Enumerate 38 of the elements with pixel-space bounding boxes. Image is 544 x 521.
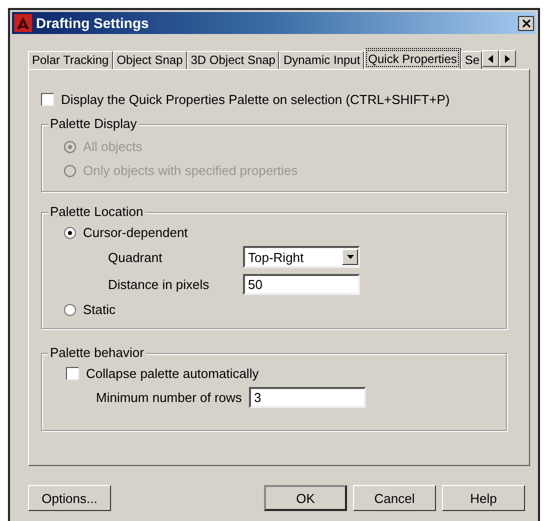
checkbox[interactable] <box>41 93 54 106</box>
left-triangle-icon <box>488 54 493 62</box>
dialog-button[interactable]: Options... <box>28 485 111 511</box>
radio-label: Only objects with specified properties <box>83 163 298 178</box>
checkbox-label: Collapse palette automatically <box>86 366 259 381</box>
radio-label: All objects <box>83 139 142 154</box>
dialog-button[interactable]: OK <box>264 485 347 511</box>
dialog-button[interactable]: Cancel <box>353 485 436 511</box>
group-title: Palette behavior <box>48 345 146 360</box>
tab[interactable]: Se <box>460 51 482 69</box>
rows-field[interactable]: 3 <box>248 387 366 408</box>
group-title: Palette Location <box>48 204 146 219</box>
window-title: Drafting Settings <box>36 15 150 31</box>
quadrant-dropdown[interactable]: Top-Right <box>243 246 360 268</box>
tab[interactable]: Dynamic Input <box>279 51 364 69</box>
radio-button[interactable] <box>64 304 76 316</box>
checkbox[interactable] <box>66 367 79 380</box>
app-logo-icon <box>14 14 32 32</box>
dialog-button[interactable]: Help <box>442 485 525 511</box>
tab[interactable]: Object Snap <box>112 51 187 69</box>
scroll-right-button[interactable] <box>498 50 516 67</box>
close-icon <box>522 18 530 28</box>
field-label: Quadrant <box>108 250 164 264</box>
scroll-left-button[interactable] <box>482 50 499 67</box>
close-button[interactable] <box>518 16 534 30</box>
radio-label: Cursor-dependent <box>83 225 188 240</box>
field-label: Distance in pixels <box>108 277 210 292</box>
down-triangle-icon <box>346 255 354 259</box>
tab[interactable]: 3D Object Snap <box>186 51 280 69</box>
radio-button[interactable] <box>64 226 76 238</box>
group-title: Palette Display <box>48 116 139 131</box>
checkbox-label: Display the Quick Properties Palette on selection (CTRL+SHIFT+P) <box>61 92 450 107</box>
radio-label: Static <box>83 302 116 317</box>
tab[interactable]: Quick Properties <box>364 48 461 69</box>
right-triangle-icon <box>504 54 510 62</box>
distance-field[interactable]: 50 <box>243 274 360 295</box>
tab[interactable]: Polar Tracking <box>28 51 113 69</box>
field-label: Minimum number of rows <box>96 390 242 405</box>
